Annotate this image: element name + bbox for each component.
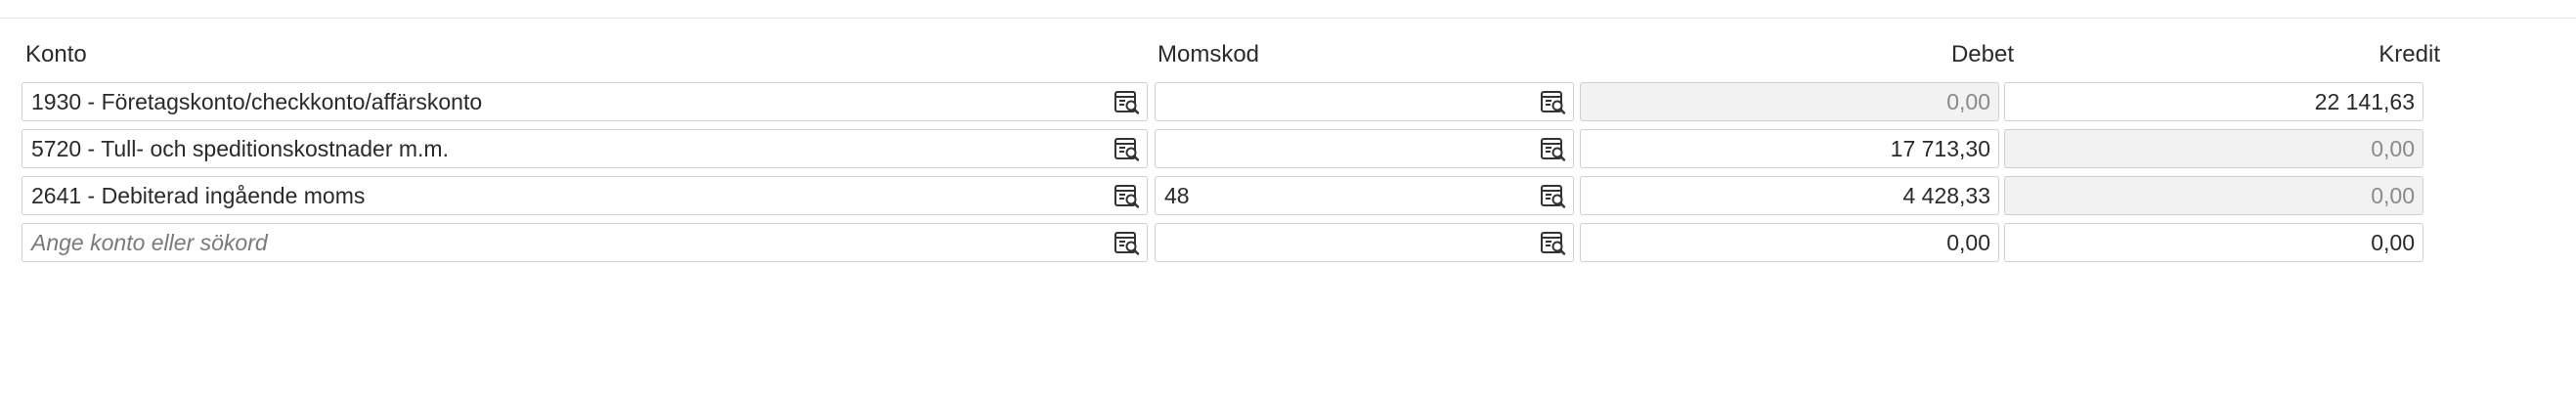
table-row: 5720 - Tull- och speditionskostnader m.m…	[22, 129, 2426, 168]
table-row: Ange konto eller sökord 0,00 0,00	[22, 223, 2426, 262]
search-list-icon[interactable]	[1113, 183, 1141, 210]
table-row: 1930 - Företagskonto/checkkonto/affärsko…	[22, 82, 2426, 121]
search-list-icon[interactable]	[1540, 136, 1567, 163]
debet-field[interactable]: 0,00	[1580, 223, 1999, 262]
booking-rows: 1930 - Företagskonto/checkkonto/affärsko…	[22, 82, 2426, 270]
header-debet: Debet	[1950, 41, 2014, 67]
kredit-value: 22 141,63	[2314, 89, 2415, 114]
konto-value: 2641 - Debiterad ingående moms	[31, 183, 366, 208]
konto-field[interactable]: Ange konto eller sökord	[22, 223, 1148, 262]
momskod-value: 48	[1164, 183, 1190, 208]
table-row: 2641 - Debiterad ingående moms 48 4 428,…	[22, 176, 2426, 215]
search-list-icon[interactable]	[1540, 230, 1567, 257]
konto-placeholder: Ange konto eller sökord	[31, 230, 268, 255]
search-list-icon[interactable]	[1113, 230, 1141, 257]
kredit-value: 0,00	[2371, 230, 2415, 255]
momskod-field[interactable]	[1155, 129, 1574, 168]
debet-field[interactable]: 4 428,33	[1580, 176, 1999, 215]
kredit-field: 0,00	[2004, 176, 2423, 215]
table-header: Konto Momskod Debet Kredit	[22, 37, 2440, 72]
debet-field[interactable]: 17 713,30	[1580, 129, 1999, 168]
top-divider	[0, 18, 2576, 19]
kredit-field[interactable]: 22 141,63	[2004, 82, 2423, 121]
konto-field[interactable]: 5720 - Tull- och speditionskostnader m.m…	[22, 129, 1148, 168]
debet-value: 0,00	[1946, 230, 1990, 255]
kredit-value: 0,00	[2371, 183, 2415, 208]
momskod-field[interactable]	[1155, 82, 1574, 121]
kredit-field[interactable]: 0,00	[2004, 223, 2423, 262]
debet-value: 17 713,30	[1890, 136, 1990, 161]
header-konto: Konto	[25, 41, 87, 67]
search-list-icon[interactable]	[1113, 136, 1141, 163]
konto-field[interactable]: 1930 - Företagskonto/checkkonto/affärsko…	[22, 82, 1148, 121]
momskod-field[interactable]: 48	[1155, 176, 1574, 215]
debet-value: 0,00	[1946, 89, 1990, 114]
momskod-field[interactable]	[1155, 223, 1574, 262]
kredit-field: 0,00	[2004, 129, 2423, 168]
header-momskod: Momskod	[1157, 41, 1260, 67]
konto-value: 5720 - Tull- och speditionskostnader m.m…	[31, 136, 449, 161]
search-list-icon[interactable]	[1540, 183, 1567, 210]
debet-value: 4 428,33	[1902, 183, 1990, 208]
search-list-icon[interactable]	[1540, 89, 1567, 116]
konto-value: 1930 - Företagskonto/checkkonto/affärsko…	[31, 89, 483, 114]
header-kredit: Kredit	[2379, 41, 2440, 67]
search-list-icon[interactable]	[1113, 89, 1141, 116]
konto-field[interactable]: 2641 - Debiterad ingående moms	[22, 176, 1148, 215]
kredit-value: 0,00	[2371, 136, 2415, 161]
debet-field: 0,00	[1580, 82, 1999, 121]
